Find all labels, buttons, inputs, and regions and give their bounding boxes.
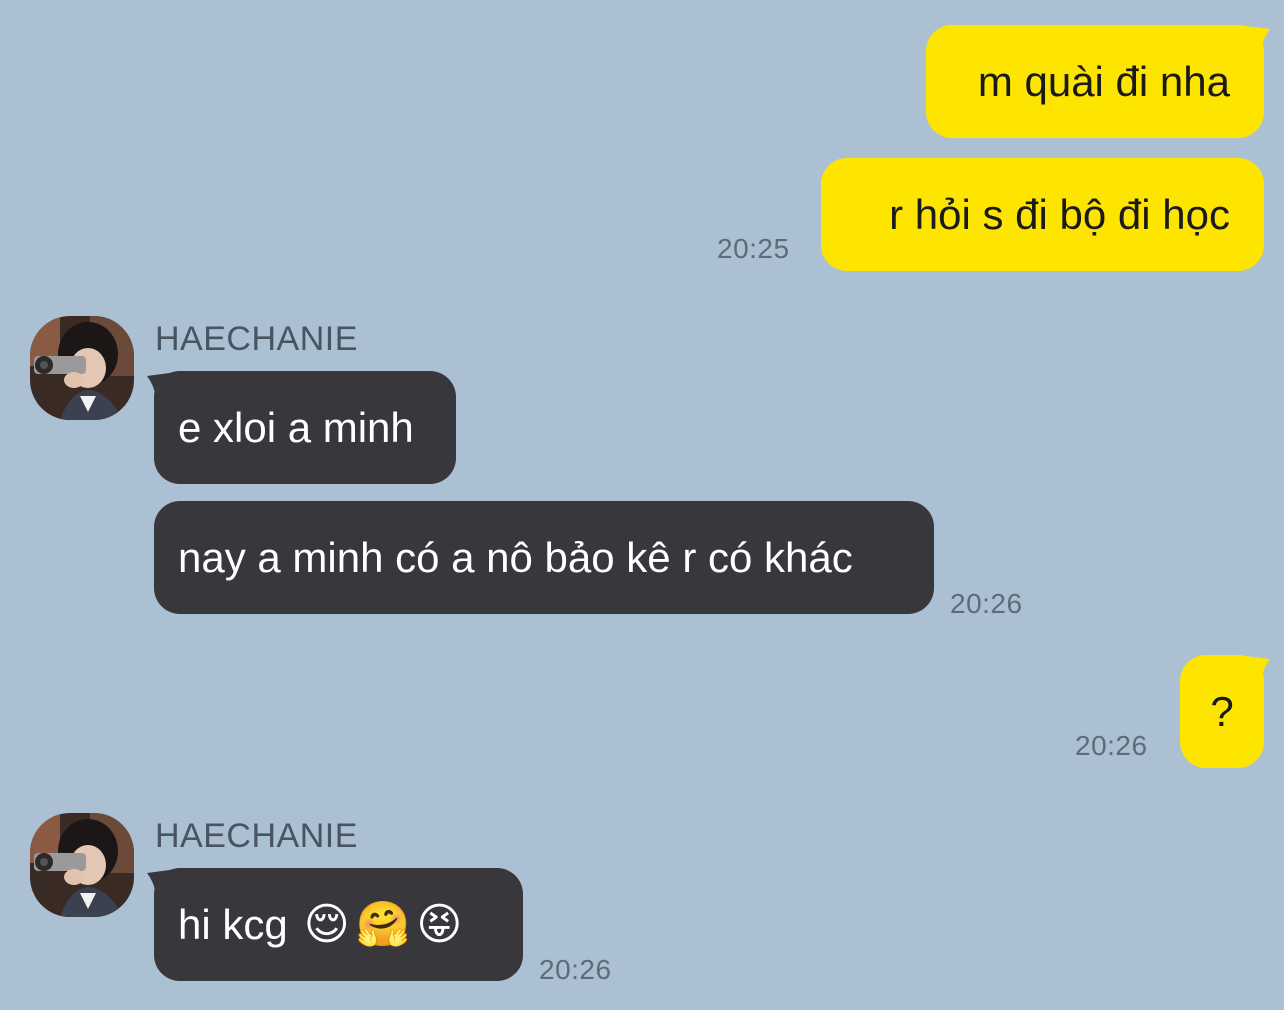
message-timestamp: 20:25 [717,233,790,264]
incoming-message-bubble[interactable]: nay a minh có a nô bảo kê r có khác [154,501,934,614]
bubble-tail [1238,655,1270,695]
message-timestamp: 20:26 [539,954,612,985]
sender-name: HAECHANIE [155,817,358,855]
message-text: m quài đi nha [977,57,1230,105]
squinting-tongue-face-emoji-icon: 😝 [416,899,463,949]
message-timestamp: 20:26 [950,588,1023,619]
bubble-tail [1238,25,1270,65]
contact-avatar[interactable] [30,813,134,917]
incoming-message-bubble[interactable]: hi kcg 😌 🤗 😝 [154,868,523,981]
message-text: e xloi a minh [178,403,414,451]
outgoing-message-bubble[interactable]: r hỏi s đi bộ đi học [821,158,1264,271]
avatar-photo-icon [30,316,134,420]
message-text: hi kcg [178,900,288,948]
message-timestamp: 20:26 [1075,730,1148,761]
emoji-group: 😌 🤗 😝 [303,899,463,949]
hugging-face-emoji-icon: 🤗 [355,899,411,949]
contact-avatar[interactable] [30,316,134,420]
outgoing-message-bubble[interactable]: m quài đi nha [926,25,1264,138]
incoming-message-bubble[interactable]: e xloi a minh [154,371,456,484]
message-text: nay a minh có a nô bảo kê r có khác [178,533,853,581]
relieved-face-emoji-icon: 😌 [303,899,350,949]
sender-name: HAECHANIE [155,320,358,358]
message-text: ? [1210,687,1234,735]
message-text: r hỏi s đi bộ đi học [889,190,1230,238]
avatar-photo-icon [30,813,134,917]
